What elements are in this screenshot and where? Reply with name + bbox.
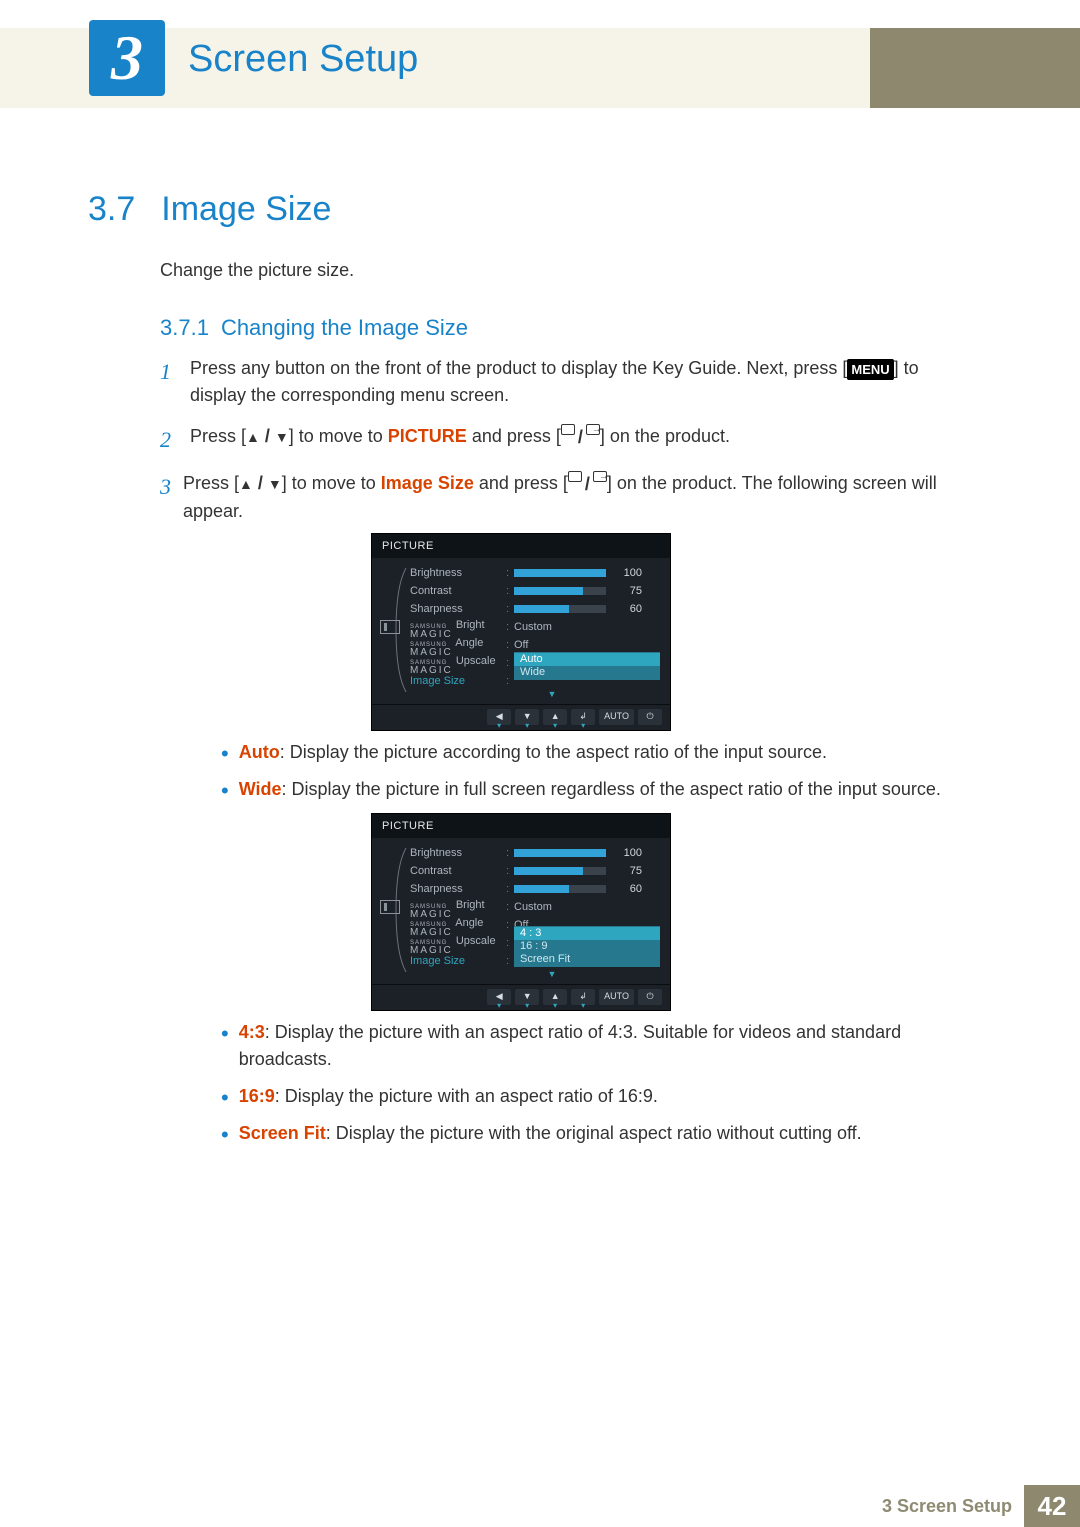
osd-screenshot-2: PICTURE Brightness:100 Contrast:75 Sharp… xyxy=(371,813,671,1011)
down-icon: ▼ xyxy=(268,476,282,492)
osd-up-icon: ▲▾ xyxy=(543,709,567,725)
down-icon: ▼ xyxy=(275,429,289,445)
bullet-list-1: •Auto: Display the picture according to … xyxy=(221,739,981,803)
osd-title: PICTURE xyxy=(372,814,670,839)
scroll-down-icon: ▼ xyxy=(444,968,660,982)
osd-category-icon xyxy=(380,620,400,634)
osd-down-icon: ▼▾ xyxy=(515,709,539,725)
osd-power-icon: ⏻ xyxy=(638,709,662,725)
step-3: 3 Press [▲ / ▼] to move to Image Size an… xyxy=(160,470,920,1157)
section-title: Image Size xyxy=(161,190,331,229)
up-icon: ▲ xyxy=(239,476,253,492)
osd-back-icon: ◀▾ xyxy=(487,709,511,725)
section-heading: 3.7 Image Size xyxy=(88,190,331,229)
step-list: 1 Press any button on the front of the p… xyxy=(160,355,920,1171)
osd-down-icon: ▼▾ xyxy=(515,989,539,1005)
osd-back-icon: ◀▾ xyxy=(487,989,511,1005)
osd-category-icon xyxy=(380,900,400,914)
section-intro: Change the picture size. xyxy=(160,260,354,281)
osd-footer-buttons: ◀▾ ▼▾ ▲▾ ↲▾ AUTO ⏻ xyxy=(372,704,670,730)
osd-footer-buttons: ◀▾ ▼▾ ▲▾ ↲▾ AUTO ⏻ xyxy=(372,984,670,1010)
osd-power-icon: ⏻ xyxy=(638,989,662,1005)
osd-auto-button: AUTO xyxy=(599,989,634,1005)
bullet-list-2: •4:3: Display the picture with an aspect… xyxy=(221,1019,981,1147)
enter-icon: / xyxy=(561,424,600,451)
menu-button-icon: MENU xyxy=(847,359,893,381)
subsection-title: Changing the Image Size xyxy=(221,315,468,341)
chapter-number-box: 3 xyxy=(89,20,165,96)
scroll-down-icon: ▼ xyxy=(444,688,660,702)
chapter-title: Screen Setup xyxy=(188,38,418,81)
osd-auto-button: AUTO xyxy=(599,709,634,725)
step-1: 1 Press any button on the front of the p… xyxy=(160,355,920,409)
footer-chapter-label: 3 Screen Setup xyxy=(882,1496,1024,1517)
step-2: 2 Press [▲ / ▼] to move to PICTURE and p… xyxy=(160,423,920,456)
osd-enter-icon: ↲▾ xyxy=(571,709,595,725)
chapter-number: 3 xyxy=(111,21,143,95)
osd-title: PICTURE xyxy=(372,534,670,559)
enter-icon: / xyxy=(568,471,607,498)
up-icon: ▲ xyxy=(246,429,260,445)
subsection-number: 3.7.1 xyxy=(160,315,209,341)
section-number: 3.7 xyxy=(88,190,135,229)
osd-up-icon: ▲▾ xyxy=(543,989,567,1005)
page-footer: 3 Screen Setup 42 xyxy=(882,1485,1080,1527)
osd-screenshot-1: PICTURE Brightness:100 Contrast:75 Sharp… xyxy=(371,533,671,731)
page-number: 42 xyxy=(1024,1485,1080,1527)
osd-enter-icon: ↲▾ xyxy=(571,989,595,1005)
subsection-heading: 3.7.1 Changing the Image Size xyxy=(160,315,468,341)
